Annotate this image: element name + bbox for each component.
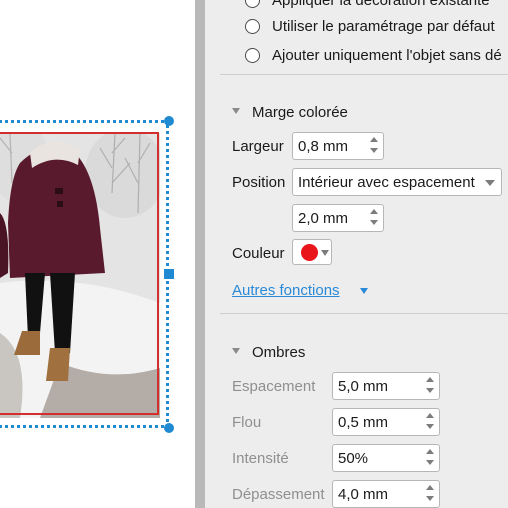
chevron-down-icon <box>485 180 495 186</box>
section-separator <box>220 313 508 314</box>
intensity-stepper[interactable]: 50% <box>332 444 440 472</box>
stepper-up-icon[interactable] <box>426 485 434 490</box>
offset-stepper[interactable]: 2,0 mm <box>292 204 384 232</box>
link-chevron-down-icon[interactable] <box>360 288 368 294</box>
intensity-label: Intensité <box>232 450 289 467</box>
more-functions-link[interactable]: Autres fonctions <box>232 282 340 299</box>
stepper-up-icon[interactable] <box>370 137 378 142</box>
blur-stepper[interactable]: 0,5 mm <box>332 408 440 436</box>
disclosure-triangle-icon[interactable] <box>232 108 240 115</box>
chevron-down-icon <box>321 250 329 256</box>
color-label: Couleur <box>232 245 285 262</box>
stepper-down-icon[interactable] <box>426 460 434 465</box>
selection-box[interactable] <box>0 120 169 428</box>
section-separator <box>220 74 508 75</box>
stepper-down-icon[interactable] <box>426 388 434 393</box>
document-canvas[interactable] <box>0 0 195 508</box>
stepper-down-icon[interactable] <box>370 148 378 153</box>
spacing-label: Espacement <box>232 378 316 395</box>
radio-button[interactable] <box>245 48 260 63</box>
stepper-down-icon[interactable] <box>370 220 378 225</box>
color-picker-button[interactable] <box>292 239 332 265</box>
selection-handle-bottom-right[interactable] <box>164 423 174 433</box>
selection-handle-middle-right[interactable] <box>164 269 174 279</box>
stepper-up-icon[interactable] <box>426 377 434 382</box>
stepper-up-icon[interactable] <box>426 413 434 418</box>
blur-label: Flou <box>232 414 262 431</box>
selection-handle-top-right[interactable] <box>164 116 174 126</box>
stepper-down-icon[interactable] <box>426 424 434 429</box>
section-shadows[interactable]: Ombres <box>232 344 305 361</box>
disclosure-triangle-icon[interactable] <box>232 348 240 355</box>
stepper-down-icon[interactable] <box>426 496 434 501</box>
position-label: Position <box>232 174 286 191</box>
radio-button[interactable] <box>245 19 260 34</box>
width-stepper[interactable]: 0,8 mm <box>292 132 384 160</box>
overflow-label: Dépassement <box>232 486 325 503</box>
width-label: Largeur <box>232 138 284 155</box>
position-select[interactable]: Intérieur avec espacement <box>292 168 502 196</box>
color-swatch <box>301 244 318 261</box>
panel-divider[interactable] <box>195 0 205 508</box>
stepper-up-icon[interactable] <box>370 209 378 214</box>
spacing-stepper[interactable]: 5,0 mm <box>332 372 440 400</box>
overflow-stepper[interactable]: 4,0 mm <box>332 480 440 508</box>
stepper-up-icon[interactable] <box>426 449 434 454</box>
section-colored-border[interactable]: Marge colorée <box>232 104 348 121</box>
